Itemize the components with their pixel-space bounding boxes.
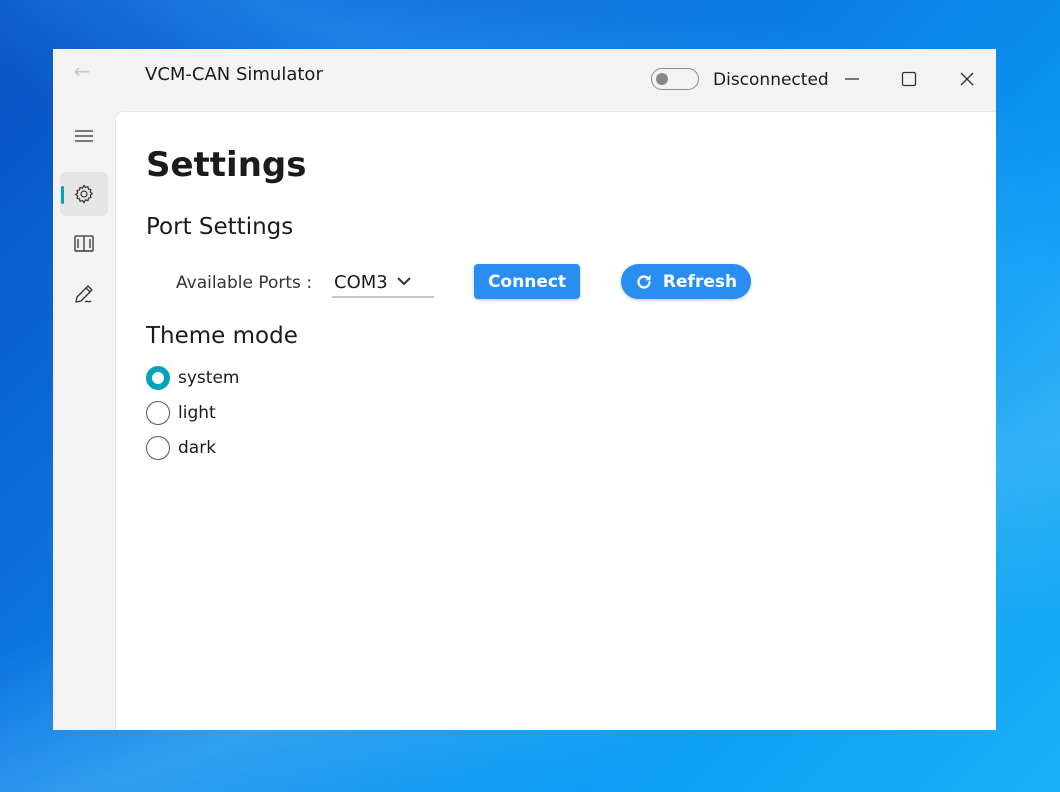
connection-toggle[interactable] xyxy=(651,68,699,90)
connect-button-label: Connect xyxy=(487,271,567,292)
app-title: VCM-CAN Simulator xyxy=(145,64,323,85)
page-title: Settings xyxy=(146,145,307,185)
toggle-knob xyxy=(656,73,668,85)
close-button[interactable] xyxy=(951,63,983,95)
radio-button[interactable] xyxy=(146,436,170,460)
close-icon xyxy=(960,72,974,86)
connection-status-label: Disconnected xyxy=(713,70,829,90)
hamburger-icon xyxy=(75,130,93,142)
settings-page: Settings Port Settings Available Ports :… xyxy=(115,111,996,730)
book-icon xyxy=(74,235,94,252)
gear-icon xyxy=(75,184,93,204)
connect-button[interactable]: Connect xyxy=(474,264,580,299)
chevron-down-icon xyxy=(397,277,411,286)
back-arrow-icon[interactable]: ← xyxy=(67,59,97,83)
nav-item-settings[interactable] xyxy=(60,172,108,216)
minimize-icon xyxy=(845,78,859,80)
nav-menu-button[interactable] xyxy=(60,114,108,158)
radio-button-checked[interactable] xyxy=(146,366,170,390)
theme-option-light[interactable]: light xyxy=(146,400,216,426)
theme-mode-heading: Theme mode xyxy=(146,323,298,349)
radio-label: dark xyxy=(178,438,217,458)
radio-label: light xyxy=(178,403,216,423)
radio-label: system xyxy=(178,368,240,388)
app-window: ← VCM-CAN Simulator Disconnected Setting… xyxy=(53,49,996,730)
available-ports-label: Available Ports : xyxy=(176,273,313,293)
radio-button[interactable] xyxy=(146,401,170,425)
port-dropdown-value: COM3 xyxy=(334,272,388,293)
port-dropdown[interactable]: COM3 xyxy=(332,268,434,298)
navigation-pane xyxy=(53,111,115,730)
nav-selection-indicator xyxy=(61,186,64,204)
nav-item-docs[interactable] xyxy=(60,222,108,266)
refresh-icon xyxy=(637,274,651,289)
theme-option-system[interactable]: system xyxy=(146,365,239,391)
pen-icon xyxy=(75,285,93,303)
refresh-button[interactable]: Refresh xyxy=(621,264,751,299)
refresh-button-label: Refresh xyxy=(662,271,738,292)
minimize-button[interactable] xyxy=(836,63,868,95)
port-settings-heading: Port Settings xyxy=(146,214,294,240)
maximize-icon xyxy=(901,71,917,87)
nav-item-edit[interactable] xyxy=(60,272,108,316)
title-bar: ← VCM-CAN Simulator Disconnected xyxy=(53,49,996,111)
theme-option-dark[interactable]: dark xyxy=(146,435,216,461)
maximize-button[interactable] xyxy=(893,63,925,95)
